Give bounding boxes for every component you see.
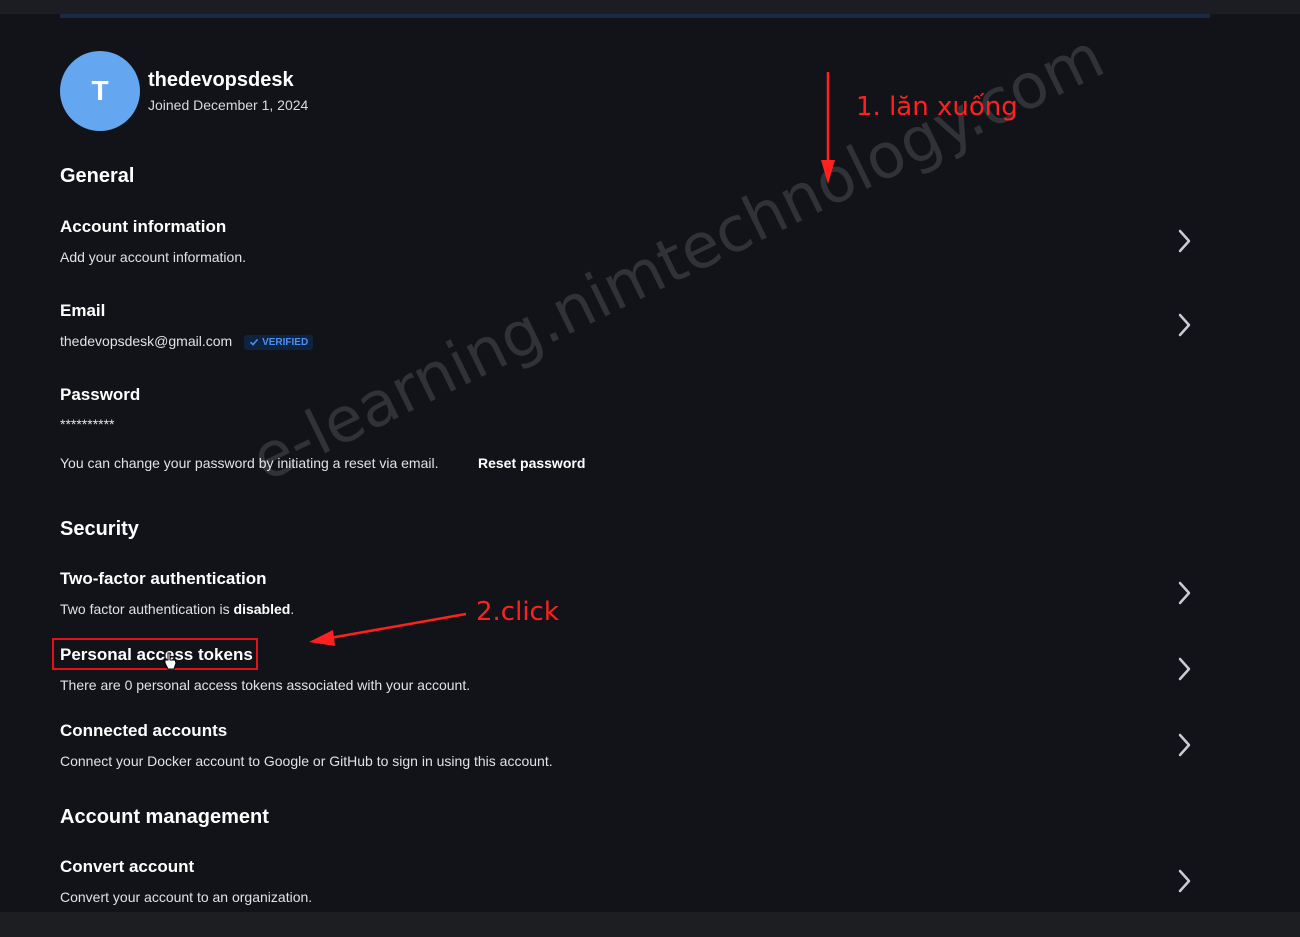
annotation-arrows: [309, 72, 835, 646]
scroll-arrow-head: [821, 160, 835, 184]
annotation-step2: 2.click: [476, 597, 559, 627]
click-arrow-head: [309, 630, 335, 646]
click-arrow-line: [329, 612, 467, 640]
annotation-step1: 1. lăn xuống: [856, 92, 1018, 122]
hand-cursor-icon: [164, 652, 177, 670]
